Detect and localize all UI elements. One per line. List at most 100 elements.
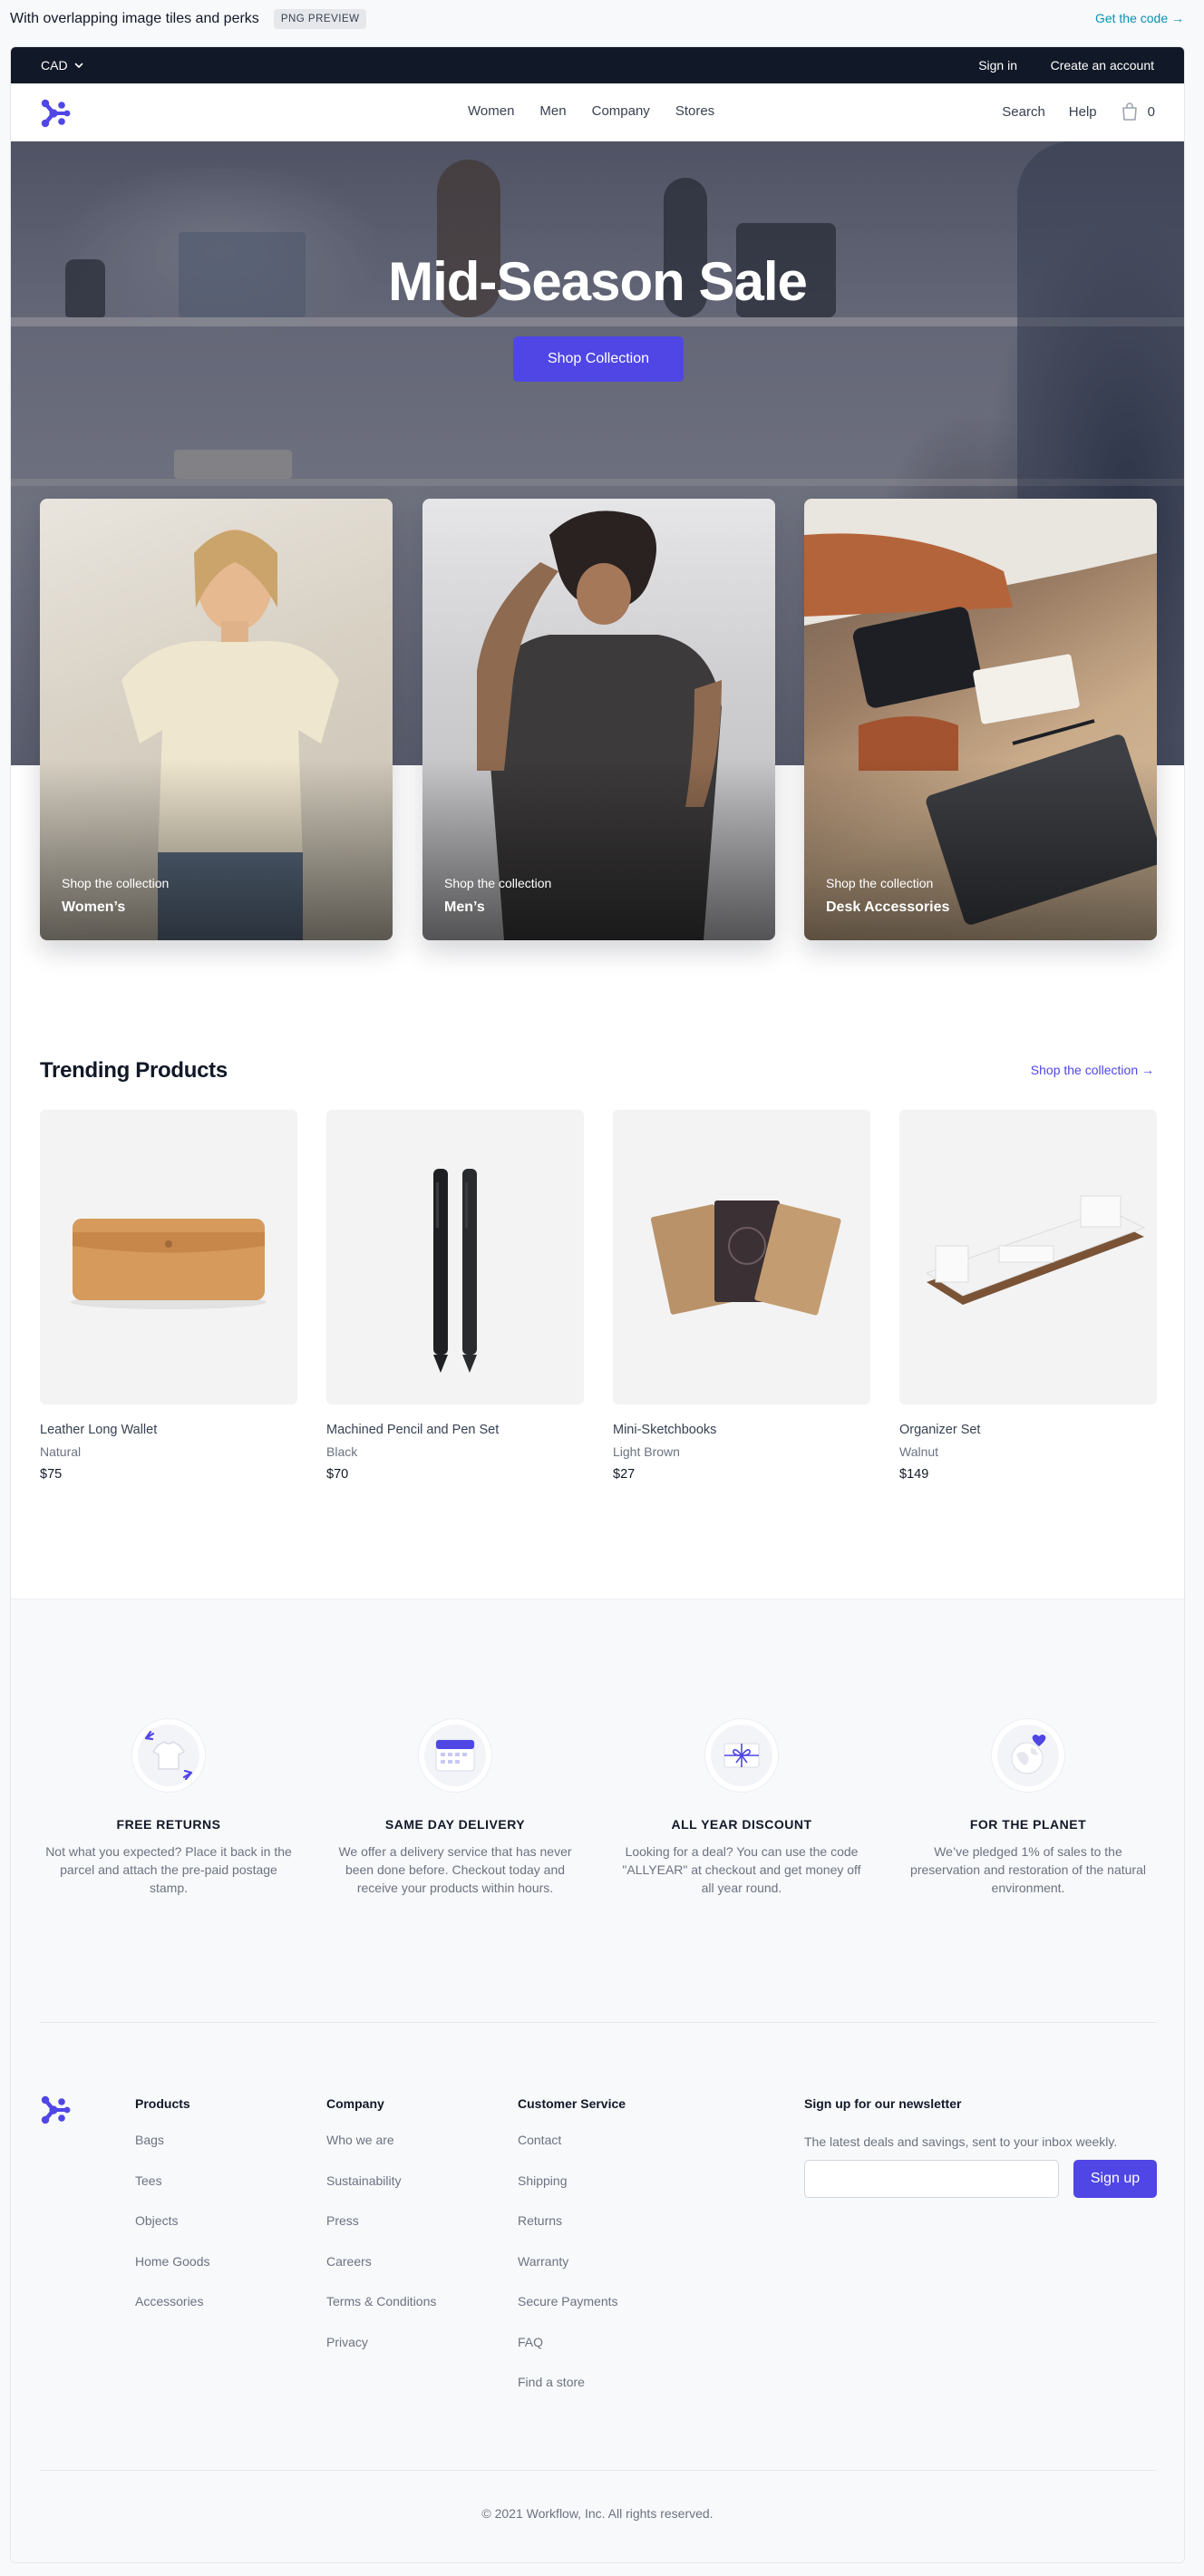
footer-heading: Customer Service [518, 2096, 626, 2111]
workflow-logo-icon[interactable] [40, 98, 71, 129]
footer-link[interactable]: Press [326, 2213, 436, 2254]
perk-title: FOR THE PLANET [969, 1817, 1087, 1832]
footer-link[interactable]: Find a store [518, 2375, 626, 2416]
store-page: CAD Sign in Create an account Women Men … [10, 46, 1185, 2563]
footer-link[interactable]: Terms & Conditions [326, 2294, 436, 2335]
perk-description: Looking for a deal? You can use the code… [622, 1844, 861, 1895]
calendar-icon [419, 1719, 491, 1792]
product-card[interactable]: Organizer Set Walnut $149 [899, 1110, 1157, 1482]
tile-subtitle: Shop the collection [62, 876, 170, 890]
footer-link[interactable]: Shipping [518, 2173, 626, 2214]
product-card[interactable]: Leather Long Wallet Natural $75 [40, 1110, 297, 1482]
category-tile-womens[interactable]: Shop the collection Women’s [40, 499, 393, 940]
footer-link[interactable]: Contact [518, 2133, 626, 2173]
returns-tshirt-icon [132, 1719, 205, 1792]
preview-badge: PNG PREVIEW [273, 9, 367, 29]
footer-link[interactable]: Objects [135, 2213, 209, 2254]
perk-title: ALL YEAR DISCOUNT [671, 1817, 812, 1832]
perk-item: FOR THE PLANET We’ve pledged 1% of sales… [899, 1719, 1157, 1897]
product-image [899, 1110, 1157, 1405]
footer-link[interactable]: Accessories [135, 2294, 209, 2335]
get-code-link[interactable]: Get the code → [1095, 11, 1184, 25]
perk-title: SAME DAY DELIVERY [384, 1817, 526, 1832]
tile-name: Desk Accessories [826, 899, 950, 915]
copyright-text: © 2021 Workflow, Inc. All rights reserve… [481, 2506, 714, 2521]
cart-button[interactable]: 0 [1121, 102, 1155, 122]
category-tile-mens[interactable]: Shop the collection Men’s [422, 499, 775, 940]
currency-selector[interactable]: CAD [41, 58, 84, 73]
nav-stores[interactable]: Stores [675, 103, 714, 119]
footer-link[interactable]: Careers [326, 2254, 436, 2295]
top-bar: CAD Sign in Create an account [11, 47, 1184, 83]
nav-links: Women Men Company Stores [468, 103, 714, 119]
sign-in-link[interactable]: Sign in [978, 58, 1017, 73]
product-image [326, 1110, 584, 1405]
footer-link[interactable]: FAQ [518, 2335, 626, 2376]
preview-header: With overlapping image tiles and perks P… [0, 0, 1204, 38]
product-color: Light Brown [613, 1444, 680, 1459]
footer-link[interactable]: Who we are [326, 2133, 436, 2173]
footer-link[interactable]: Warranty [518, 2254, 626, 2295]
footer-link[interactable]: Home Goods [135, 2254, 209, 2295]
footer-divider [40, 2022, 1157, 2023]
organizer-set-image [925, 1195, 1146, 1305]
shop-the-collection-link[interactable]: Shop the collection → [1031, 1063, 1154, 1077]
footer-products-column: Products Bags Tees Objects Home Goods Ac… [135, 2096, 209, 2335]
product-price: $149 [899, 1467, 929, 1482]
workflow-logo-icon[interactable] [40, 2095, 71, 2125]
product-card[interactable]: Mini-Sketchbooks Light Brown $27 [613, 1110, 870, 1482]
perk-description: We’ve pledged 1% of sales to the preserv… [910, 1844, 1146, 1895]
product-image [40, 1110, 297, 1405]
product-name: Machined Pencil and Pen Set [326, 1423, 500, 1437]
perk-description: Not what you expected? Place it back in … [45, 1844, 292, 1895]
footer-link[interactable]: Returns [518, 2213, 626, 2254]
product-color: Black [326, 1444, 358, 1459]
newsletter-email-input[interactable] [804, 2160, 1059, 2198]
newsletter-signup: Sign up for our newsletter The latest de… [804, 2096, 1157, 2198]
main-navigation: Women Men Company Stores Search Help 0 [11, 83, 1184, 141]
help-link[interactable]: Help [1069, 104, 1097, 120]
product-name: Mini-Sketchbooks [613, 1423, 717, 1437]
footer-company-column: Company Who we are Sustainability Press … [326, 2096, 436, 2375]
perk-item: ALL YEAR DISCOUNT Looking for a deal? Yo… [613, 1719, 870, 1897]
create-account-link[interactable]: Create an account [1051, 58, 1154, 73]
perks-section: FREE RETURNS Not what you expected? Plac… [11, 1599, 1184, 2562]
sketchbooks-image [650, 1201, 841, 1316]
footer-link[interactable]: Secure Payments [518, 2294, 626, 2335]
product-card[interactable]: Machined Pencil and Pen Set Black $70 [326, 1110, 584, 1482]
nav-men[interactable]: Men [539, 103, 566, 119]
perk-description: We offer a delivery service that has nev… [338, 1844, 572, 1895]
nav-actions: Search Help 0 [1002, 102, 1155, 122]
product-price: $75 [40, 1467, 63, 1482]
preview-title: With overlapping image tiles and perks [10, 11, 259, 26]
footer-link[interactable]: Sustainability [326, 2173, 436, 2214]
perk-title: FREE RETURNS [116, 1817, 221, 1832]
product-name: Leather Long Wallet [40, 1423, 158, 1437]
product-image [613, 1110, 870, 1405]
nav-women[interactable]: Women [468, 103, 514, 119]
footer-heading: Company [326, 2096, 384, 2111]
footer-customer-service-column: Customer Service Contact Shipping Return… [518, 2096, 626, 2416]
cart-count: 0 [1147, 103, 1155, 120]
pen-set-image [433, 1169, 477, 1373]
shop-collection-button[interactable]: Shop Collection [513, 336, 684, 382]
nav-company[interactable]: Company [592, 103, 650, 119]
perk-item: SAME DAY DELIVERY We offer a delivery se… [326, 1719, 584, 1897]
footer-link[interactable]: Tees [135, 2173, 209, 2214]
tile-name: Women’s [62, 899, 126, 915]
footer-heading: Products [135, 2096, 190, 2111]
newsletter-form: Sign up [804, 2160, 1157, 2198]
product-name: Organizer Set [899, 1423, 981, 1437]
tshirt-icon [144, 1731, 193, 1780]
footer-link[interactable]: Bags [135, 2133, 209, 2173]
gift-card-icon [705, 1719, 778, 1792]
category-tile-desk-accessories[interactable]: Shop the collection Desk Accessories [804, 499, 1157, 940]
sign-up-button[interactable]: Sign up [1073, 2160, 1157, 2198]
planet-heart-graphic [1011, 1735, 1046, 1774]
search-link[interactable]: Search [1002, 104, 1045, 120]
product-price: $70 [326, 1467, 349, 1482]
planet-heart-icon [992, 1719, 1064, 1792]
hero-title: Mid-Season Sale [388, 251, 808, 312]
footer-link[interactable]: Privacy [326, 2335, 436, 2376]
footer-bottom-divider [40, 2470, 1157, 2471]
